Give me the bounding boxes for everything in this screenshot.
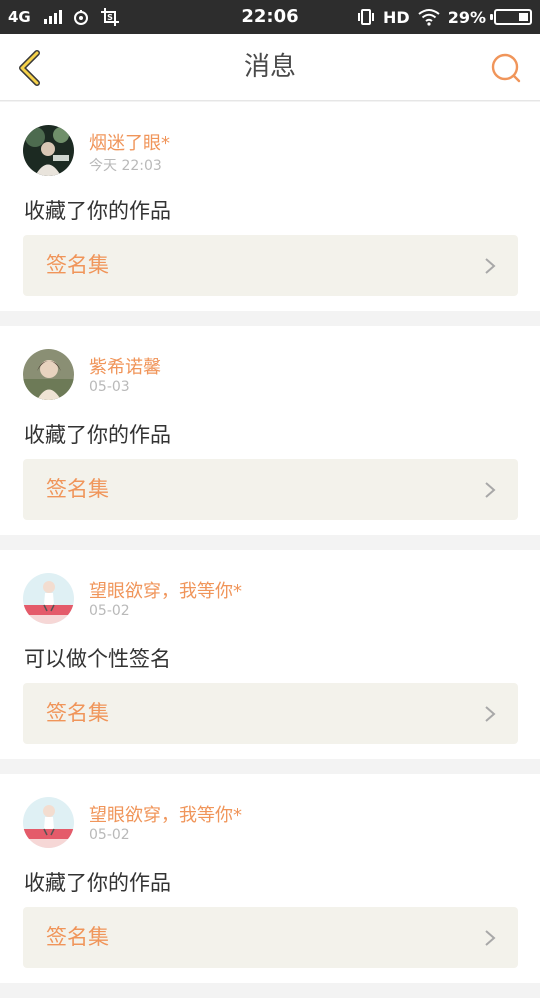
message-text: 可以做个性签名 — [24, 647, 171, 671]
username[interactable]: 望眼欲穿，我等你* — [89, 801, 242, 827]
search-button[interactable] — [490, 52, 522, 84]
username[interactable]: 望眼欲穿，我等你* — [89, 577, 242, 603]
message-list: 烟迷了眼* 今天 22:03 收藏了你的作品 签名集 紫希诺馨 05-03 收藏… — [0, 102, 540, 998]
avatar[interactable] — [23, 125, 74, 176]
message-text: 收藏了你的作品 — [24, 423, 171, 447]
message-text: 收藏了你的作品 — [24, 199, 171, 223]
battery-fill — [519, 13, 528, 21]
battery-icon — [490, 9, 532, 25]
status-right: HD 29% — [357, 0, 532, 34]
battery-percent: 29% — [447, 7, 486, 27]
chevron-right-icon — [485, 258, 496, 274]
work-link-label: 签名集 — [46, 477, 109, 501]
chevron-right-icon — [485, 930, 496, 946]
vibrate-icon — [358, 9, 375, 25]
timestamp: 05-03 — [89, 379, 130, 395]
avatar[interactable] — [23, 349, 74, 400]
app-header: 消息 — [0, 34, 540, 101]
work-link[interactable]: 签名集 — [23, 683, 518, 744]
page-title: 消息 — [243, 52, 296, 82]
avatar[interactable] — [23, 573, 74, 624]
search-icon — [491, 53, 521, 83]
chevron-right-icon — [485, 482, 496, 498]
timestamp: 05-02 — [89, 603, 130, 619]
work-link[interactable]: 签名集 — [23, 907, 518, 968]
message-card: 紫希诺馨 05-03 收藏了你的作品 签名集 — [0, 326, 540, 535]
wifi-icon — [418, 9, 440, 26]
username[interactable]: 紫希诺馨 — [89, 353, 161, 379]
work-link[interactable]: 签名集 — [23, 459, 518, 520]
work-link-label: 签名集 — [46, 253, 109, 277]
work-link-label: 签名集 — [46, 701, 109, 725]
hd-indicator: HD — [383, 7, 410, 27]
message-card: 望眼欲穿，我等你* 05-02 收藏了你的作品 签名集 — [0, 774, 540, 983]
message-card: 望眼欲穿，我等你* 05-02 可以做个性签名 签名集 — [0, 550, 540, 759]
chevron-right-icon — [485, 706, 496, 722]
username[interactable]: 烟迷了眼* — [89, 129, 170, 155]
work-link-label: 签名集 — [46, 925, 109, 949]
message-text: 收藏了你的作品 — [24, 871, 171, 895]
work-link[interactable]: 签名集 — [23, 235, 518, 296]
timestamp: 05-02 — [89, 827, 130, 843]
timestamp: 今天 22:03 — [89, 158, 162, 174]
message-card: 烟迷了眼* 今天 22:03 收藏了你的作品 签名集 — [0, 102, 540, 311]
avatar[interactable] — [23, 797, 74, 848]
status-bar: 4G S 22:06 HD 29% — [0, 0, 540, 34]
